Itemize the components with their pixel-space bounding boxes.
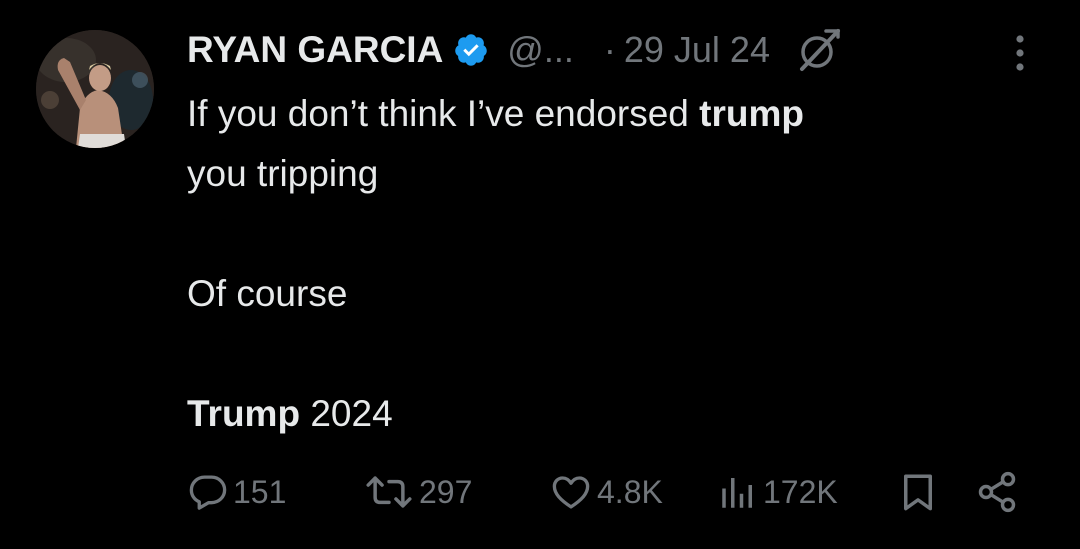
views-count: 172K [763,473,838,510]
repost-count: 297 [419,473,473,510]
author-name[interactable]: RYAN GARCIA [187,29,443,71]
views-button[interactable]: 172K [717,468,838,516]
tweet-text: If you don’t think I’ve endorsed trump y… [187,84,1047,444]
like-button[interactable]: 4.8K [549,468,663,516]
tweet-text-segment: 2024 [300,393,393,434]
author-handle[interactable]: @... [507,29,574,71]
tweet-date[interactable]: 29 Jul 24 [624,29,770,71]
reply-button[interactable]: 151 [187,468,286,516]
share-icon [978,471,1016,513]
repost-icon [366,476,412,508]
tweet-text-bold: trump [699,93,804,134]
tweet-line-3: Of course [187,273,348,314]
tweet-text-segment: If you don’t think I’ve endorsed [187,93,700,134]
tweet-text-bold: Trump [187,393,301,434]
grok-icon[interactable] [796,27,842,73]
more-options-icon[interactable] [1010,32,1030,74]
views-icon [722,478,752,508]
bookmark-icon [904,474,932,511]
repost-button[interactable]: 297 [363,468,472,516]
tweet-line-4: Trump 2024 [187,384,1047,444]
tweet-header: RYAN GARCIA @... · 29 Jul 24 [187,26,1047,74]
bookmark-button[interactable] [897,468,939,516]
avatar[interactable] [36,30,154,148]
header-separator: · [603,29,616,70]
reply-count: 151 [233,473,287,510]
tweet-line-1: If you don’t think I’ve endorsed trump [187,84,1047,144]
share-button[interactable] [975,468,1019,516]
tweet-action-bar: 151 297 4.8K 172K [187,468,1047,516]
verified-badge-icon [453,32,489,68]
tweet-line-2: you tripping [187,153,379,194]
reply-icon [189,475,227,510]
like-icon [552,476,590,509]
like-count: 4.8K [597,473,663,510]
